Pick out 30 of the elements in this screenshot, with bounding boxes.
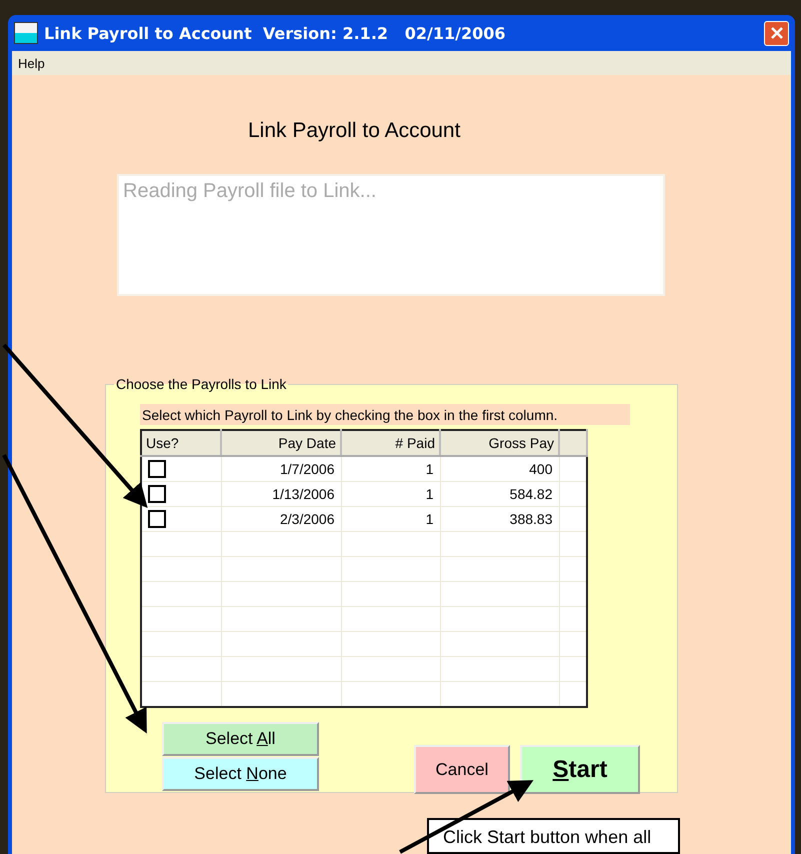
table-cell: 388.83: [510, 511, 552, 527]
cancel-button[interactable]: Cancel: [414, 745, 510, 794]
table-cell: 1: [426, 511, 434, 527]
table-cell: 400: [529, 461, 552, 477]
select-button[interactable]: Select All: [162, 722, 319, 756]
close-button[interactable]: [764, 20, 789, 46]
table-cell: 2/3/2006: [280, 511, 334, 527]
table-cell: 1: [426, 486, 434, 502]
column-header[interactable]: Use?: [141, 430, 221, 456]
instruction-text: Select which Payroll to Link by checking the box in the first column.: [140, 404, 630, 425]
checkbox[interactable]: [148, 485, 166, 504]
close-icon: [770, 26, 784, 40]
app-icon: [14, 22, 38, 44]
column-header[interactable]: # Paid: [341, 430, 440, 456]
select-button[interactable]: Select None: [162, 757, 319, 791]
menu-item[interactable]: Help: [16, 56, 47, 70]
window-title: Link Payroll to Account Version: 2.1.2 02/11/2006: [44, 24, 506, 42]
status-text-area[interactable]: Reading Payroll file to Link...: [117, 174, 665, 296]
table-cell: 1/13/2006: [272, 486, 334, 502]
checkbox[interactable]: [148, 460, 166, 478]
column-header[interactable]: Pay Date: [221, 430, 341, 456]
checkbox[interactable]: [148, 510, 166, 528]
heading: Link Payroll to Account: [248, 119, 462, 143]
table-cell: 1/7/2006: [280, 461, 334, 477]
table-cell: 1: [426, 461, 434, 477]
group-title: Choose the Payrolls to Link: [115, 376, 288, 392]
column-header[interactable]: Gross Pay: [440, 430, 559, 456]
start-button[interactable]: Start: [520, 745, 640, 794]
callout-text: Click Start button when all: [427, 818, 680, 854]
table-cell: 584.82: [510, 486, 552, 502]
